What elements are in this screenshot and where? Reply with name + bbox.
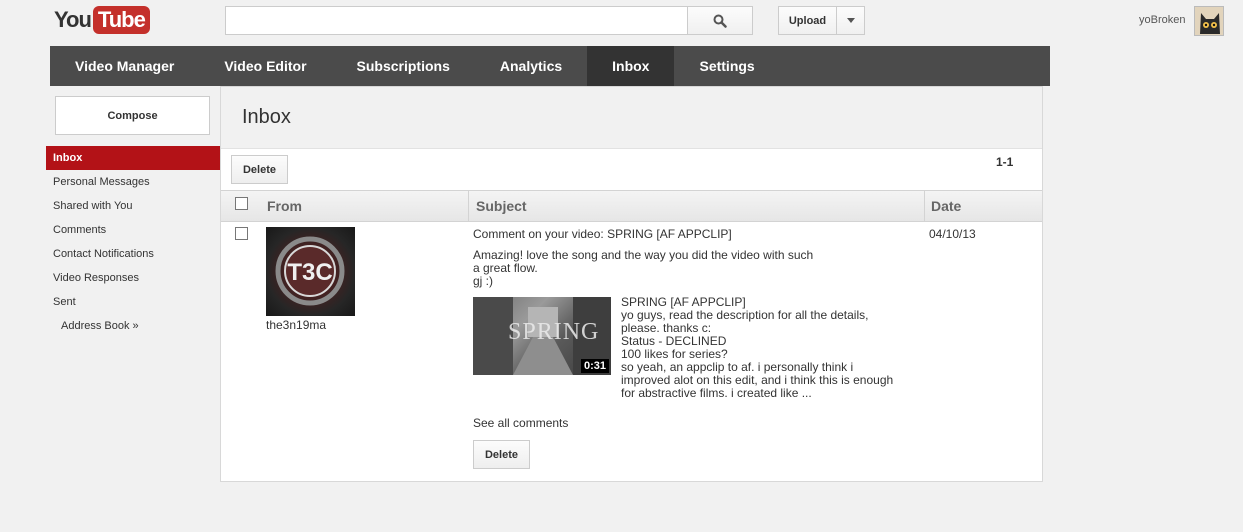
- search-button[interactable]: [687, 6, 753, 35]
- caret-down-icon: [846, 18, 855, 23]
- youtube-logo[interactable]: You Tube: [54, 6, 150, 34]
- top-bar: You Tube Upload yoBroken: [0, 0, 1243, 46]
- tab-video-editor[interactable]: Video Editor: [199, 46, 331, 86]
- username-link[interactable]: yoBroken: [1139, 14, 1185, 26]
- sidebar-item-personal-messages[interactable]: Personal Messages: [53, 176, 150, 188]
- column-divider: [924, 191, 925, 221]
- logo-you-text: You: [54, 7, 92, 32]
- upload-button[interactable]: Upload: [778, 6, 837, 35]
- tab-subscriptions[interactable]: Subscriptions: [332, 46, 475, 86]
- tab-video-manager[interactable]: Video Manager: [50, 46, 199, 86]
- sidebar-item-address-book[interactable]: Address Book »: [61, 320, 139, 332]
- compose-button[interactable]: Compose: [55, 96, 210, 135]
- see-all-comments-link[interactable]: See all comments: [473, 416, 568, 430]
- message-subject[interactable]: Comment on your video: SPRING [AF APPCLI…: [473, 227, 732, 241]
- sidebar-item-inbox[interactable]: Inbox: [46, 146, 220, 170]
- video-description-line: for abstractive films. i created like ..…: [621, 386, 812, 400]
- t3c-logo-icon: T3C: [275, 236, 345, 306]
- message-date: 04/10/13: [929, 227, 976, 241]
- message-body-line: a great flow.: [473, 261, 538, 275]
- sender-avatar[interactable]: T3C: [266, 227, 355, 316]
- column-from[interactable]: From: [267, 191, 302, 221]
- sidebar-item-contact-notifications[interactable]: Contact Notifications: [53, 248, 154, 260]
- sidebar-item-shared-with-you[interactable]: Shared with You: [53, 200, 133, 212]
- sender-name-link[interactable]: the3n19ma: [266, 318, 326, 332]
- inbox-panel: Inbox Delete 1-1 From Subject Date T3C t…: [220, 86, 1043, 482]
- search-input[interactable]: [225, 6, 688, 35]
- avatar-logo-text: T3C: [287, 259, 332, 286]
- column-divider: [468, 191, 469, 221]
- sidebar-item-comments[interactable]: Comments: [53, 224, 106, 236]
- video-duration: 0:31: [580, 359, 609, 373]
- tab-analytics[interactable]: Analytics: [475, 46, 587, 86]
- creator-nav: Video Manager Video Editor Subscriptions…: [50, 46, 1050, 86]
- avatar[interactable]: [1194, 6, 1224, 36]
- page-count: 1-1: [996, 155, 1014, 169]
- video-thumbnail[interactable]: SPRING 0:31: [473, 297, 611, 375]
- upload-dropdown-button[interactable]: [836, 6, 865, 35]
- tab-inbox[interactable]: Inbox: [587, 46, 675, 86]
- column-subject[interactable]: Subject: [476, 191, 527, 221]
- message-checkbox[interactable]: [235, 227, 248, 240]
- video-info: SPRING [AF APPCLIP] yo guys, read the de…: [621, 296, 931, 400]
- message-body-line: gj :): [473, 274, 494, 288]
- column-date[interactable]: Date: [931, 191, 961, 221]
- table-header: From Subject Date: [221, 190, 1042, 222]
- sidebar-item-sent[interactable]: Sent: [53, 296, 76, 308]
- delete-button[interactable]: Delete: [231, 155, 288, 184]
- page-title: Inbox: [242, 106, 291, 128]
- logo-tube-text: Tube: [92, 6, 150, 34]
- cat-avatar-icon: [1195, 7, 1223, 35]
- panel-header: Inbox: [221, 87, 1042, 149]
- sidebar-item-video-responses[interactable]: Video Responses: [53, 272, 139, 284]
- message-body: Amazing! love the song and the way you d…: [473, 249, 873, 288]
- tab-settings[interactable]: Settings: [674, 46, 779, 86]
- select-all-checkbox[interactable]: [235, 197, 248, 210]
- search-icon: [713, 14, 727, 28]
- video-thumb-title: SPRING: [508, 319, 600, 345]
- message-delete-button[interactable]: Delete: [473, 440, 530, 469]
